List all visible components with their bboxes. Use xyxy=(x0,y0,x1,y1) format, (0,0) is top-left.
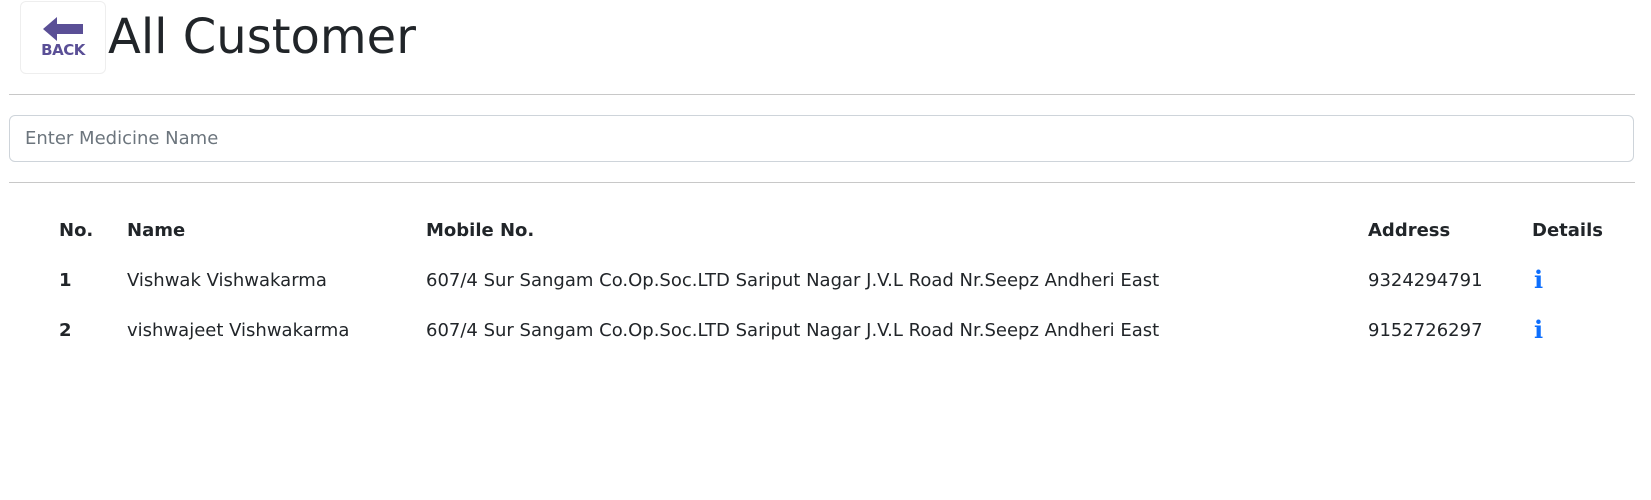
column-header-address: Address xyxy=(1368,219,1451,241)
row-number: 1 xyxy=(59,269,72,291)
search-divider xyxy=(9,182,1635,183)
info-icon[interactable]: i xyxy=(1532,267,1543,292)
customer-address: 9324294791 xyxy=(1368,269,1483,291)
back-label: BACK xyxy=(41,40,85,59)
column-header-name: Name xyxy=(127,219,186,241)
back-arrow-icon xyxy=(43,16,83,41)
column-header-details: Details xyxy=(1532,219,1603,241)
customer-address: 9152726297 xyxy=(1368,319,1483,341)
customers-table: No. Name Mobile No. Address Details 1 Vi… xyxy=(59,205,1603,355)
customer-name: vishwajeet Vishwakarma xyxy=(127,319,350,341)
header-divider xyxy=(9,94,1635,95)
column-header-no: No. xyxy=(59,219,94,241)
table-row: 2 vishwajeet Vishwakarma 607/4 Sur Sanga… xyxy=(59,305,1603,355)
search-box xyxy=(9,115,1634,162)
column-header-mobile: Mobile No. xyxy=(426,219,535,241)
customer-mobile: 607/4 Sur Sangam Co.Op.Soc.LTD Sariput N… xyxy=(426,319,1160,341)
table-row: 1 Vishwak Vishwakarma 607/4 Sur Sangam C… xyxy=(59,255,1603,305)
info-icon[interactable]: i xyxy=(1532,317,1543,342)
customer-name: Vishwak Vishwakarma xyxy=(127,269,327,291)
table-header-row: No. Name Mobile No. Address Details xyxy=(59,205,1603,255)
details-cell: i xyxy=(1532,255,1603,305)
medicine-search-input[interactable] xyxy=(10,116,1633,161)
details-cell: i xyxy=(1532,305,1603,355)
page-header: BACK All Customer xyxy=(20,0,416,74)
row-number: 2 xyxy=(59,319,72,341)
customer-mobile: 607/4 Sur Sangam Co.Op.Soc.LTD Sariput N… xyxy=(426,269,1160,291)
page-title: All Customer xyxy=(108,9,416,65)
back-button[interactable]: BACK xyxy=(20,0,106,74)
